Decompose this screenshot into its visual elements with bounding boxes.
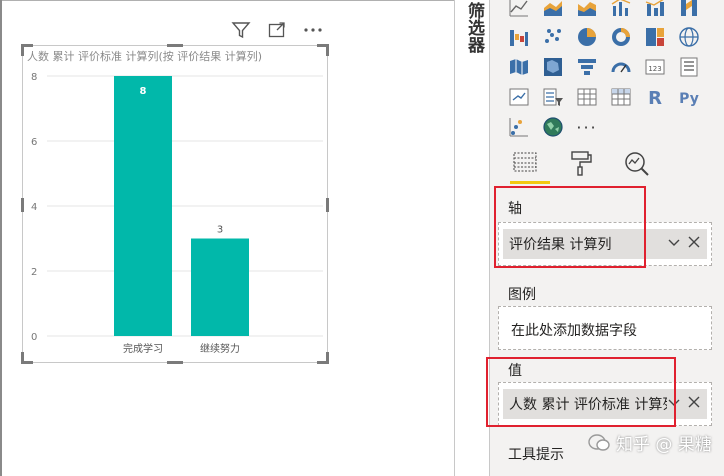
arcgis-map-icon[interactable] [536, 112, 570, 142]
y-tick-label: 0 [31, 332, 37, 343]
treemap-icon[interactable] [638, 22, 672, 52]
empty-cell [706, 52, 724, 82]
pie-chart-icon[interactable] [570, 22, 604, 52]
legend-well[interactable]: 在此处添加数据字段 [498, 306, 712, 350]
watermark: 知乎 @ 果糖 [588, 430, 712, 455]
legend-well-label: 图例 [508, 287, 536, 303]
visual-type-gallery: 123 R Py ··· [502, 0, 724, 142]
visualizations-pane-tabs [510, 150, 652, 184]
more-options-icon[interactable] [302, 19, 324, 41]
r-visual-icon[interactable]: R [638, 82, 672, 112]
kpi-icon[interactable] [502, 82, 536, 112]
analytics-tab[interactable] [622, 150, 652, 184]
line-stacked-column-icon[interactable] [638, 0, 672, 22]
wechat-icon [588, 433, 610, 451]
slicer-icon[interactable] [536, 82, 570, 112]
x-tick-label: 完成学习 [123, 342, 163, 355]
paint-roller-icon [571, 151, 592, 176]
format-tab[interactable] [566, 150, 596, 184]
resize-handle-top-left[interactable] [21, 44, 33, 56]
highlight-box-axis [494, 186, 646, 268]
y-tick-label: 6 [31, 137, 37, 148]
resize-handle-bottom-right[interactable] [317, 352, 329, 364]
python-visual-label: Py [679, 91, 699, 107]
column-chart-visual[interactable]: 人数 累计 评价标准 计算列(按 评价结果 计算列) 0 2 4 6 8 8 完成学习 3 继续… [21, 44, 329, 364]
table-icon[interactable] [570, 82, 604, 112]
map-icon[interactable] [672, 22, 706, 52]
report-canvas[interactable]: 人数 累计 评价标准 计算列(按 评价结果 计算列) 0 2 4 6 8 8 完成学习 3 继续… [2, 1, 454, 476]
line-chart-icon[interactable] [502, 0, 536, 22]
more-visuals-label: ··· [576, 117, 598, 137]
filters-pane-collapsed[interactable] [455, 0, 489, 476]
resize-handle-bottom[interactable] [167, 361, 183, 364]
y-tick-label: 4 [31, 202, 37, 213]
fields-tab[interactable] [510, 150, 550, 184]
empty-cell [706, 22, 724, 52]
visual-header-toolbar [230, 19, 324, 41]
ribbon-chart-icon[interactable] [672, 0, 706, 22]
more-visuals-icon[interactable]: ··· [570, 112, 604, 142]
empty-cell [706, 0, 724, 22]
fields-icon [513, 152, 537, 172]
resize-handle-right[interactable] [326, 198, 329, 212]
focus-mode-icon[interactable] [266, 19, 288, 41]
gauge-icon[interactable] [604, 52, 638, 82]
funnel-chart-icon[interactable] [570, 52, 604, 82]
highlight-box-values [486, 357, 676, 427]
donut-chart-icon[interactable] [604, 22, 638, 52]
data-label: 8 [140, 86, 147, 97]
y-tick-label: 2 [31, 267, 37, 278]
legend-well-placeholder: 在此处添加数据字段 [511, 323, 637, 339]
resize-handle-top-right[interactable] [317, 44, 329, 56]
close-icon[interactable] [687, 235, 701, 249]
watermark-text: 知乎 @ 果糖 [616, 435, 712, 455]
multi-row-card-icon[interactable] [672, 52, 706, 82]
filled-map-icon[interactable] [502, 52, 536, 82]
area-chart-icon[interactable] [536, 0, 570, 22]
scatter-chart-icon[interactable] [536, 22, 570, 52]
bar[interactable] [114, 76, 172, 336]
resize-handle-top[interactable] [167, 44, 183, 47]
key-influencers-icon[interactable] [502, 112, 536, 142]
card-icon-label: 123 [648, 65, 661, 73]
shape-map-icon[interactable] [536, 52, 570, 82]
filter-icon[interactable] [230, 19, 252, 41]
matrix-icon[interactable] [604, 82, 638, 112]
resize-handle-left[interactable] [21, 198, 24, 212]
x-tick-label: 继续努力 [200, 342, 240, 355]
empty-cell [706, 82, 724, 112]
line-clustered-column-icon[interactable] [604, 0, 638, 22]
chart-plot: 0 2 4 6 8 8 完成学习 3 继续努力 [31, 72, 323, 355]
resize-handle-bottom-left[interactable] [21, 352, 33, 364]
data-label: 3 [217, 225, 223, 236]
stacked-area-chart-icon[interactable] [570, 0, 604, 22]
analytics-magnifier-icon [625, 152, 649, 176]
filters-pane-label[interactable]: 筛选器 [464, 2, 484, 53]
bar[interactable] [191, 238, 249, 337]
r-visual-label: R [648, 88, 662, 108]
python-visual-icon[interactable]: Py [672, 82, 706, 112]
tooltips-well-label: 工具提示 [508, 447, 564, 463]
chevron-down-icon[interactable] [667, 235, 681, 249]
card-icon[interactable]: 123 [638, 52, 672, 82]
waterfall-chart-icon[interactable] [502, 22, 536, 52]
close-icon[interactable] [687, 395, 701, 409]
y-tick-label: 8 [31, 72, 37, 83]
